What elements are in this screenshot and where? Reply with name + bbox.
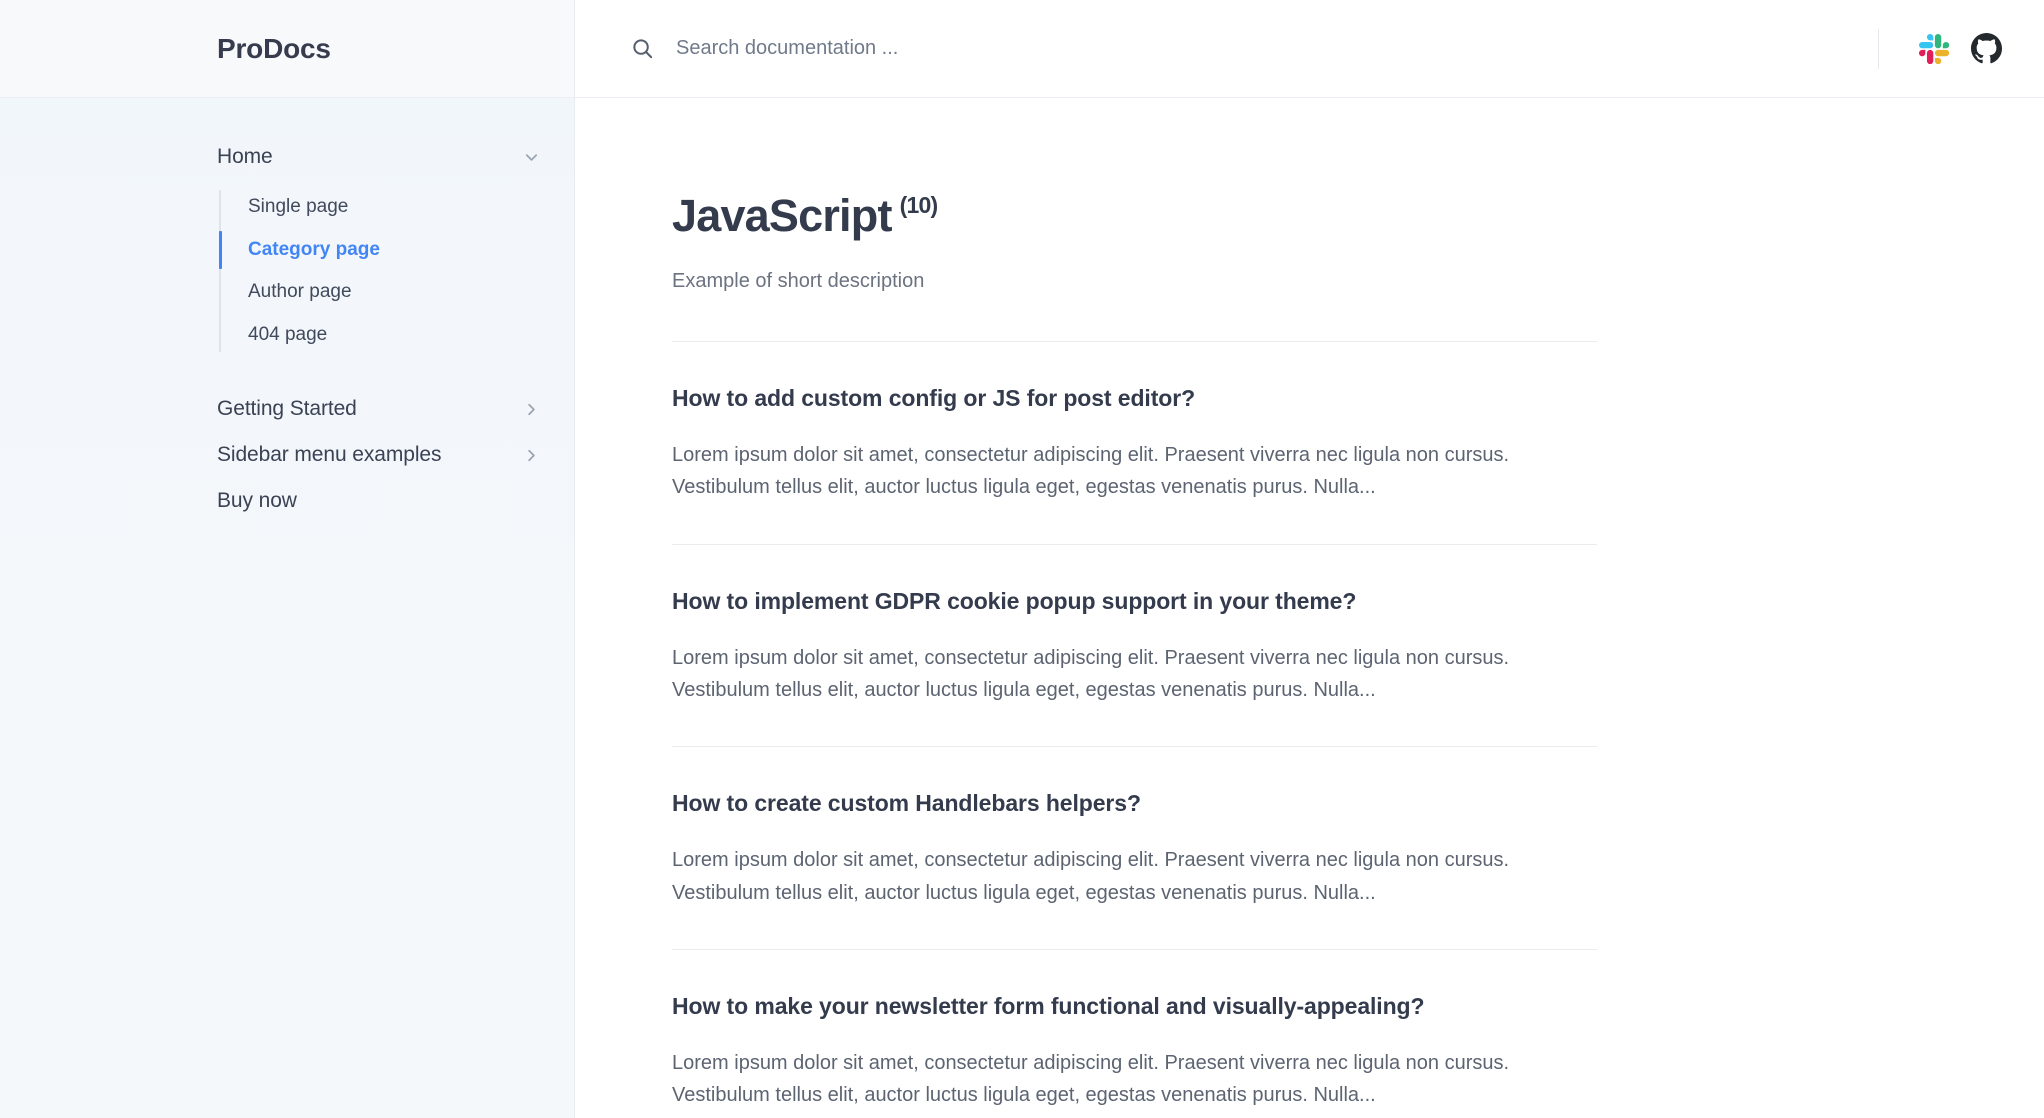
sidebar-item-label: Getting Started	[217, 397, 357, 421]
sidebar-item-label: Sidebar menu examples	[217, 443, 441, 467]
article-excerpt: Lorem ipsum dolor sit amet, consectetur …	[672, 642, 1577, 707]
sidebar-item-label: Buy now	[217, 489, 297, 513]
article-excerpt: Lorem ipsum dolor sit amet, consectetur …	[672, 439, 1577, 504]
article-list-item: How to implement GDPR cookie popup suppo…	[672, 545, 1615, 747]
sidebar-subitem-single-page[interactable]: Single page	[0, 186, 574, 229]
sidebar-subitem-404-page[interactable]: 404 page	[0, 314, 574, 357]
page-title-text: JavaScript	[672, 190, 892, 242]
sidebar-group-home: Home Single page Category page Author pa…	[0, 134, 574, 356]
article-excerpt: Lorem ipsum dolor sit amet, consectetur …	[672, 1047, 1577, 1112]
page-description: Example of short description	[672, 270, 1615, 293]
top-actions	[1878, 26, 2009, 72]
chevron-down-icon[interactable]	[522, 148, 541, 167]
content-inner: JavaScript (10) Example of short descrip…	[575, 98, 1615, 1118]
search-bar[interactable]	[575, 37, 1878, 60]
sidebar-item-buy-now[interactable]: Buy now	[0, 478, 574, 524]
sidebar-item-sidebar-menu-examples[interactable]: Sidebar menu examples	[0, 432, 574, 478]
sidebar-subnav-home: Single page Category page Author page 40…	[0, 186, 574, 356]
search-icon	[631, 37, 654, 60]
sidebar-spacer	[0, 366, 574, 386]
article-title[interactable]: How to add custom config or JS for post …	[672, 384, 1615, 414]
article-excerpt: Lorem ipsum dolor sit amet, consectetur …	[672, 844, 1577, 909]
chevron-right-icon[interactable]	[522, 400, 541, 419]
chevron-right-icon[interactable]	[522, 446, 541, 465]
slack-icon	[1919, 34, 1949, 64]
top-bar	[575, 0, 2044, 98]
content-area: JavaScript (10) Example of short descrip…	[575, 98, 2044, 1118]
sidebar-item-label: Home	[217, 145, 273, 169]
article-count-badge: (10)	[900, 192, 938, 219]
sidebar-item-home[interactable]: Home	[0, 134, 574, 180]
article-list-item: How to create custom Handlebars helpers?…	[672, 747, 1615, 949]
article-list-item: How to make your newsletter form functio…	[672, 950, 1615, 1118]
article-list-item: How to add custom config or JS for post …	[672, 342, 1615, 544]
sidebar-nav: Home Single page Category page Author pa…	[0, 98, 574, 524]
app-root: ProDocs Home Single page Category page A…	[0, 0, 2044, 1118]
github-link[interactable]	[1963, 26, 2009, 72]
brand-logo[interactable]: ProDocs	[217, 33, 331, 65]
sidebar-subitem-category-page[interactable]: Category page	[0, 229, 574, 272]
page-title: JavaScript (10)	[672, 190, 1615, 242]
main-area: JavaScript (10) Example of short descrip…	[575, 0, 2044, 1118]
brand-area: ProDocs	[0, 0, 574, 98]
vertical-divider	[1878, 29, 1879, 69]
github-icon	[1971, 33, 2002, 64]
sidebar-item-getting-started[interactable]: Getting Started	[0, 386, 574, 432]
article-title[interactable]: How to make your newsletter form functio…	[672, 992, 1615, 1022]
sidebar-subitem-author-page[interactable]: Author page	[0, 271, 574, 314]
article-title[interactable]: How to implement GDPR cookie popup suppo…	[672, 587, 1615, 617]
article-title[interactable]: How to create custom Handlebars helpers?	[672, 789, 1615, 819]
sidebar: ProDocs Home Single page Category page A…	[0, 0, 575, 1118]
search-input[interactable]	[676, 37, 1878, 60]
slack-link[interactable]	[1911, 26, 1957, 72]
